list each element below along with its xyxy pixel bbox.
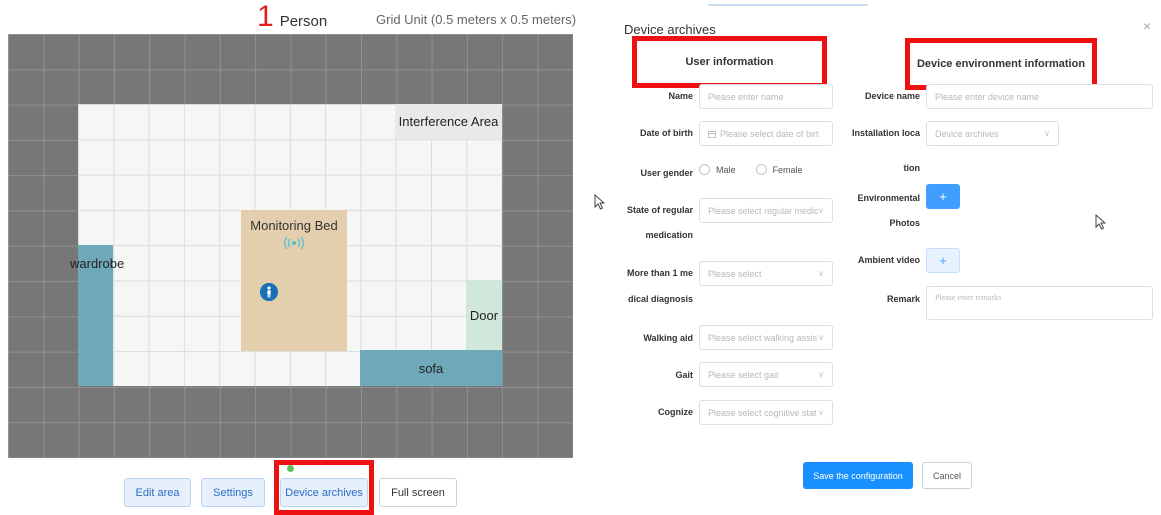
device-name-placeholder: Please enter device name <box>935 91 1040 102</box>
radar-sensor-icon <box>284 236 304 250</box>
chevron-down-icon: ∨ <box>818 206 824 215</box>
person-count-label: Person <box>279 13 328 30</box>
cognize-placeholder: Please select cognitive stat <box>708 407 817 418</box>
name-label: Name <box>668 91 693 101</box>
door-zone[interactable]: Door <box>466 280 502 350</box>
medication-placeholder: Please select regular medic <box>708 205 819 216</box>
room-area[interactable]: Interference Area Monitoring Bed wardrob… <box>70 104 502 386</box>
female-radio[interactable] <box>755 164 767 175</box>
cognize-label: Cognize <box>658 407 693 417</box>
add-photo-button[interactable]: + <box>926 184 960 209</box>
walking-aid-select[interactable]: Please select walking assis ∨ <box>699 325 833 350</box>
highlight-box <box>274 460 374 515</box>
wardrobe-label: wardrobe <box>70 256 125 271</box>
dob-picker[interactable]: Please select date of birt <box>699 121 833 146</box>
male-radio[interactable] <box>699 164 710 175</box>
environmental-photos-label: Environmental <box>857 193 920 203</box>
mouse-cursor-icon <box>1095 214 1106 230</box>
medication-label: State of regular <box>626 205 693 215</box>
close-icon[interactable]: × <box>1143 18 1151 34</box>
chevron-down-icon: ∨ <box>818 370 824 379</box>
full-screen-button[interactable]: Full screen <box>379 478 457 507</box>
cognize-select[interactable]: Please select cognitive stat ∨ <box>699 400 833 425</box>
device-environment-heading: Device environment information <box>905 38 1097 90</box>
device-archives-dialog: Device archives × User information Devic… <box>613 0 1161 515</box>
edit-area-button[interactable]: Edit area <box>124 478 191 507</box>
environmental-photos-label-cont: Photos <box>889 218 921 228</box>
sofa-zone[interactable]: sofa <box>360 350 502 386</box>
person-count: 1 Person <box>257 2 327 32</box>
gait-placeholder: Please select gait <box>708 369 779 380</box>
installation-location-placeholder: Device archives <box>935 128 999 139</box>
diagnosis-label: More than 1 me <box>626 268 693 278</box>
remark-placeholder: Please enter remarks <box>935 293 1002 302</box>
calendar-icon <box>708 130 716 138</box>
gait-label: Gait <box>675 370 693 380</box>
ambient-video-label: Ambient video <box>857 255 920 265</box>
name-placeholder: Please enter name <box>708 91 784 102</box>
remark-textarea[interactable]: Please enter remarks <box>926 286 1153 320</box>
dialog-title: Device archives <box>624 22 716 37</box>
dialog-top-line <box>708 4 868 6</box>
person-count-number: 1 <box>257 0 274 33</box>
installation-location-select[interactable]: Device archives ∨ <box>926 121 1059 146</box>
medication-select[interactable]: Please select regular medic ∨ <box>699 198 833 223</box>
chevron-down-icon: ∨ <box>818 408 824 417</box>
settings-button[interactable]: Settings <box>201 478 265 507</box>
gait-select[interactable]: Please select gait ∨ <box>699 362 833 387</box>
diagnosis-label-cont: dical diagnosis <box>627 294 693 304</box>
female-label: Female <box>772 164 803 175</box>
installation-location-label: Installation loca <box>851 128 920 138</box>
monitoring-bed[interactable]: Monitoring Bed <box>241 210 347 351</box>
dob-label: Date of birth <box>640 128 693 138</box>
chevron-down-icon: ∨ <box>818 333 824 342</box>
diagnosis-select[interactable]: Please select ∨ <box>699 261 833 286</box>
monitoring-bed-label: Monitoring Bed <box>250 218 338 233</box>
chevron-down-icon: ∨ <box>818 269 824 278</box>
gender-radio-group: Male Female <box>699 164 803 175</box>
floor-grid[interactable]: Interference Area Monitoring Bed wardrob… <box>8 34 573 458</box>
name-input[interactable]: Please enter name <box>699 84 833 109</box>
gender-label: User gender <box>640 168 693 178</box>
device-name-label: Device name <box>864 91 920 101</box>
chevron-down-icon: ∨ <box>1044 129 1050 138</box>
mouse-cursor-icon <box>594 194 605 210</box>
device-name-input[interactable]: Please enter device name <box>926 84 1153 109</box>
cancel-button[interactable]: Cancel <box>922 462 972 489</box>
interference-area[interactable]: Interference Area <box>395 104 502 139</box>
floor-plan-panel: 1 Person Grid Unit (0.5 meters x 0.5 met… <box>0 0 590 515</box>
person-icon[interactable] <box>260 283 278 301</box>
installation-location-label-cont: tion <box>903 163 921 173</box>
add-video-button[interactable]: + <box>926 248 960 273</box>
remark-label: Remark <box>886 294 920 304</box>
walking-aid-label: Walking aid <box>643 333 693 343</box>
dob-placeholder: Please select date of birt <box>720 128 819 139</box>
user-information-heading: User information <box>632 36 827 88</box>
diagnosis-placeholder: Please select <box>708 268 762 279</box>
walking-aid-placeholder: Please select walking assis <box>708 332 818 343</box>
medication-label-cont: medication <box>645 230 693 240</box>
grid-unit-label: Grid Unit (0.5 meters x 0.5 meters) <box>376 12 577 27</box>
male-label: Male <box>716 164 736 175</box>
save-configuration-button[interactable]: Save the configuration <box>803 462 913 489</box>
